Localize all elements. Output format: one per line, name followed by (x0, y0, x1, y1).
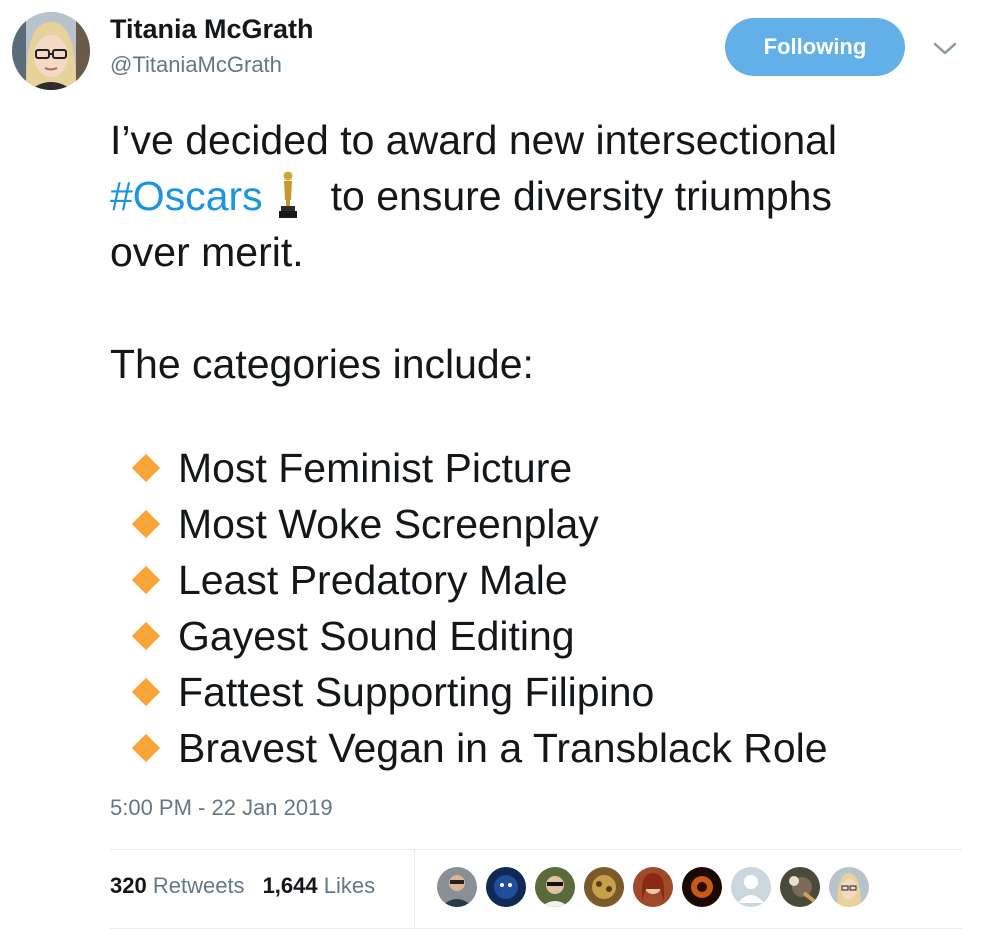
retweets-count: 320 (110, 873, 147, 898)
tweet-text-segment: to ensure diversity triumphs (330, 173, 832, 219)
chevron-down-icon[interactable] (930, 36, 960, 60)
likes-label: Likes (323, 873, 376, 898)
retweets-stat[interactable]: 320 Retweets (110, 873, 245, 899)
category-item: Most Feminist Picture (128, 440, 828, 496)
author-handle[interactable]: @TitaniaMcGrath (110, 52, 282, 78)
liker-avatar[interactable] (780, 867, 820, 907)
category-list: Most Feminist Picture Most Woke Screenpl… (128, 440, 828, 776)
category-item: Fattest Supporting Filipino (128, 664, 828, 720)
tweet-text-segment: I’ve decided to award new intersectional (110, 117, 838, 163)
divider (110, 849, 962, 850)
tweet-text-segment: over merit. (110, 229, 304, 275)
category-label: Fattest Supporting Filipino (178, 669, 655, 715)
liker-avatar[interactable] (731, 867, 771, 907)
retweets-label: Retweets (152, 873, 245, 898)
category-item: Bravest Vegan in a Transblack Role (128, 720, 828, 776)
orange-diamond-icon (131, 453, 161, 483)
category-label: Least Predatory Male (178, 557, 568, 603)
divider (414, 850, 415, 928)
liker-avatars (437, 867, 878, 907)
category-item: Gayest Sound Editing (128, 608, 828, 664)
oscar-trophy-icon (275, 170, 301, 220)
liker-avatar[interactable] (829, 867, 869, 907)
likes-stat[interactable]: 1,644 Likes (263, 873, 376, 899)
liker-avatar[interactable] (535, 867, 575, 907)
categories-intro: The categories include: (110, 341, 534, 387)
author-name[interactable]: Titania McGrath (110, 14, 314, 45)
author-avatar[interactable] (12, 12, 90, 90)
category-item: Most Woke Screenplay (128, 496, 828, 552)
hashtag-oscars-link[interactable]: #Oscars (110, 173, 263, 219)
category-label: Most Feminist Picture (178, 445, 573, 491)
tweet-timestamp[interactable]: 5:00 PM - 22 Jan 2019 (110, 795, 333, 821)
tweet-text: I’ve decided to award new intersectional… (110, 112, 980, 392)
following-button[interactable]: Following (725, 18, 905, 76)
likes-count: 1,644 (262, 873, 318, 898)
orange-diamond-icon (131, 677, 161, 707)
category-item: Least Predatory Male (128, 552, 828, 608)
liker-avatar[interactable] (437, 867, 477, 907)
orange-diamond-icon (131, 621, 161, 651)
category-label: Most Woke Screenplay (178, 501, 599, 547)
orange-diamond-icon (131, 733, 161, 763)
liker-avatar[interactable] (486, 867, 526, 907)
tweet-line: over merit. (110, 224, 980, 280)
tweet-line: #Oscars to ensure diversity triumphs (110, 168, 980, 224)
orange-diamond-icon (131, 509, 161, 539)
orange-diamond-icon (131, 565, 161, 595)
tweet-stats: 320 Retweets 1,644 Likes (110, 873, 375, 899)
liker-avatar[interactable] (584, 867, 624, 907)
divider (110, 928, 962, 929)
tweet-line: I’ve decided to award new intersectional (110, 112, 980, 168)
category-label: Gayest Sound Editing (178, 613, 575, 659)
category-label: Bravest Vegan in a Transblack Role (178, 725, 828, 771)
liker-avatar[interactable] (682, 867, 722, 907)
liker-avatar[interactable] (633, 867, 673, 907)
